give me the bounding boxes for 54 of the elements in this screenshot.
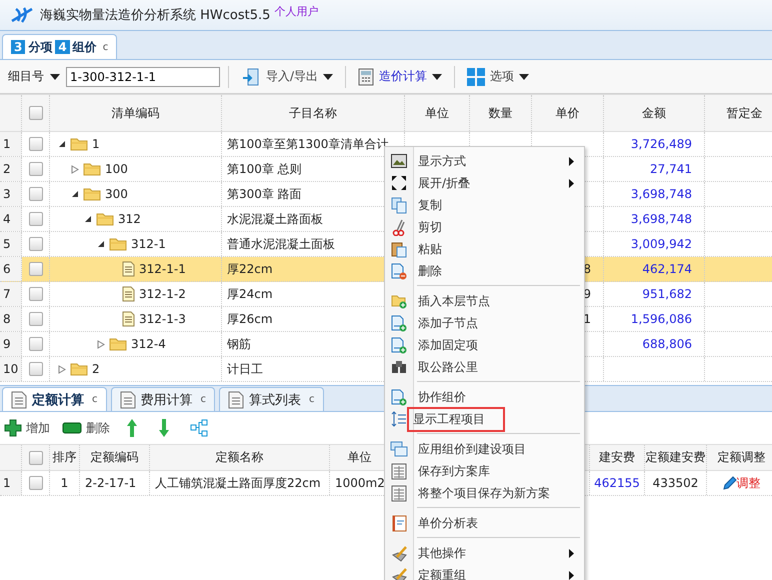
row-number: 1 (0, 132, 22, 156)
table-cell: 2 (92, 362, 100, 376)
table-cell: 1 (92, 137, 100, 151)
table-cell: 312-4 (131, 337, 166, 351)
row-number: 9 (0, 332, 22, 356)
row-number: 3 (0, 182, 22, 206)
table-cell: 462,174 (642, 262, 692, 276)
column-header: 定额建安费 (646, 449, 706, 466)
row-number: 10 (0, 357, 22, 381)
table-cell: 3,726,489 (630, 137, 692, 151)
column-header: 单位 (348, 449, 372, 466)
column-header: 排序 (52, 449, 76, 466)
row-number: 1 (0, 471, 22, 495)
table-cell: 1000m2 (335, 476, 385, 490)
row-number: 7 (0, 282, 22, 306)
column-header: 金额 (604, 95, 705, 131)
table-cell: 300 (105, 187, 128, 201)
row-number: 4 (0, 207, 22, 231)
column-header: 暂定金 (705, 95, 772, 131)
table-cell: 2-2-17-1 (80, 471, 150, 495)
column-header: 定额调整 (718, 449, 766, 466)
column-header: 定额编码 (90, 449, 138, 466)
table-cell: 951,682 (642, 287, 692, 301)
table-cell: 462155 (590, 471, 645, 495)
column-header: 子目名称 (222, 95, 405, 131)
column-header: 建安费 (599, 449, 635, 466)
table-cell: 27,741 (650, 162, 692, 176)
table-cell: 312-1-3 (139, 312, 186, 326)
row-number: 6 (0, 257, 22, 281)
table-cell: 100 (105, 162, 128, 176)
field-label: 细目号 (8, 68, 44, 85)
table-cell: 312 (118, 212, 141, 226)
column-header: 清单编码 (50, 95, 222, 131)
table-cell: 3,698,748 (630, 212, 692, 226)
table-cell: 688,806 (642, 337, 692, 351)
user-type-label: 个人用户 (274, 4, 318, 19)
table-cell: 312-1-2 (139, 287, 186, 301)
table-cell: 312-1-1 (139, 262, 186, 276)
window-title: 海巍实物量法造价分析系统 HWcost5.5 (40, 7, 270, 24)
table-cell: 312-1 (131, 237, 166, 251)
row-number: 2 (0, 157, 22, 181)
column-header: 定额名称 (216, 449, 264, 466)
table-cell: 1 (50, 471, 80, 495)
table-cell: 3,698,748 (630, 187, 692, 201)
table-cell: 3,009,942 (630, 237, 692, 251)
row-number: 5 (0, 232, 22, 256)
table-cell: 1,596,086 (630, 312, 692, 326)
column-header: 数量 (470, 95, 532, 131)
table-cell: 人工铺筑混凝土路面厚度22cm (150, 471, 330, 495)
table-cell: 1 (583, 312, 591, 326)
row-number: 8 (0, 307, 22, 331)
table-cell: 433502 (645, 471, 707, 495)
column-header: 单位 (405, 95, 470, 131)
column-header: 单价 (532, 95, 604, 131)
